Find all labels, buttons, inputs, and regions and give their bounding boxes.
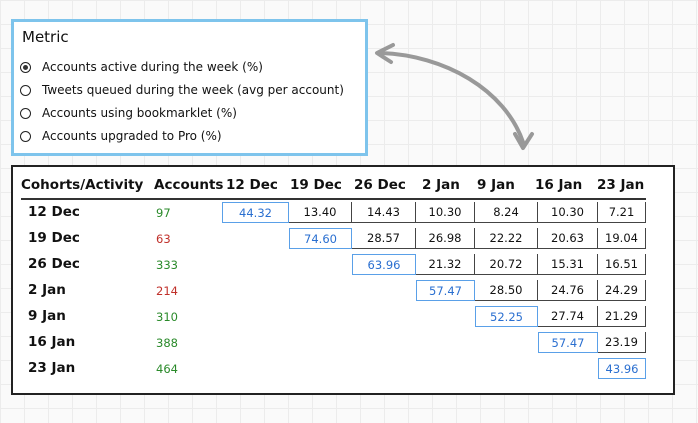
cohorts-activity-header: Cohorts/Activity: [21, 177, 144, 193]
accounts-count: 333: [156, 258, 178, 272]
cohort-cell: 19.04: [598, 228, 646, 249]
metric-option-accounts-active[interactable]: Accounts active during the week (%): [20, 57, 263, 77]
cohort-cell: 13.40: [289, 202, 352, 223]
cohort-cell-diagonal: 52.25: [475, 306, 538, 327]
cohort-row-label: 19 Dec: [28, 230, 80, 246]
column-header: 16 Jan: [535, 177, 583, 193]
accounts-count: 464: [156, 362, 178, 376]
cohort-cell-diagonal: 63.96: [352, 254, 416, 275]
cohort-cell: 10.30: [538, 202, 598, 223]
cohort-cell-diagonal: 44.32: [222, 202, 289, 223]
metric-title: Metric: [22, 28, 69, 46]
cohort-cell-diagonal: 43.96: [598, 358, 646, 379]
cohort-cell: 22.22: [475, 228, 538, 249]
accounts-count: 97: [156, 206, 171, 220]
cohort-cell-diagonal: 57.47: [538, 332, 598, 353]
cohort-cell: 20.63: [538, 228, 598, 249]
accounts-count: 214: [156, 284, 178, 298]
metric-panel: Metric Accounts active during the week (…: [11, 19, 368, 156]
cohort-cell: 10.30: [416, 202, 475, 223]
column-header: 19 Dec: [290, 177, 342, 193]
option-label: Tweets queued during the week (avg per a…: [42, 83, 344, 97]
cohort-cell: 7.21: [598, 202, 646, 223]
column-header: 12 Dec: [226, 177, 278, 193]
column-header: 26 Dec: [354, 177, 406, 193]
cohort-cell: 26.98: [416, 228, 475, 249]
cohort-cell: 23.19: [598, 332, 646, 353]
metric-option-upgraded-pro[interactable]: Accounts upgraded to Pro (%): [20, 126, 222, 146]
radio-button-selected[interactable]: [20, 61, 31, 73]
column-header: 2 Jan: [422, 177, 460, 193]
cohort-cell: 24.76: [538, 280, 598, 301]
accounts-header: Accounts: [154, 177, 224, 193]
column-header: 23 Jan: [597, 177, 645, 193]
cohort-row-label: 23 Jan: [28, 360, 76, 376]
cohort-row-label: 12 Dec: [28, 204, 80, 220]
cohort-cell: 28.50: [475, 280, 538, 301]
cohort-cell: 16.51: [598, 254, 646, 275]
cohort-cell: 27.74: [538, 306, 598, 327]
cohort-table: Cohorts/Activity Accounts 12 Dec 19 Dec …: [11, 165, 675, 395]
option-label: Accounts using bookmarklet (%): [42, 106, 237, 120]
metric-option-tweets-queued[interactable]: Tweets queued during the week (avg per a…: [20, 80, 344, 100]
cohort-cell: 15.31: [538, 254, 598, 275]
cohort-cell: 21.32: [416, 254, 475, 275]
cohort-row-label: 2 Jan: [28, 282, 66, 298]
header-divider: [21, 198, 646, 200]
cohort-cell: 21.29: [598, 306, 646, 327]
cohort-row-label: 9 Jan: [28, 308, 66, 324]
option-label: Accounts active during the week (%): [42, 60, 263, 74]
accounts-count: 63: [156, 232, 171, 246]
cohort-cell: 8.24: [475, 202, 538, 223]
cohort-cell: 20.72: [475, 254, 538, 275]
cohort-cell-diagonal: 57.47: [416, 280, 475, 301]
cohort-row-label: 26 Dec: [28, 256, 80, 272]
option-label: Accounts upgraded to Pro (%): [42, 129, 222, 143]
cohort-cell-diagonal: 74.60: [289, 228, 352, 249]
cohort-row-label: 16 Jan: [28, 334, 76, 350]
accounts-count: 310: [156, 310, 178, 324]
metric-option-bookmarklet[interactable]: Accounts using bookmarklet (%): [20, 103, 237, 123]
column-header: 9 Jan: [477, 177, 515, 193]
radio-button[interactable]: [20, 107, 31, 119]
cohort-cell: 24.29: [598, 280, 646, 301]
accounts-count: 388: [156, 336, 178, 350]
radio-button[interactable]: [20, 84, 31, 96]
cohort-cell: 28.57: [352, 228, 416, 249]
radio-button[interactable]: [20, 130, 31, 142]
cohort-cell: 14.43: [352, 202, 416, 223]
